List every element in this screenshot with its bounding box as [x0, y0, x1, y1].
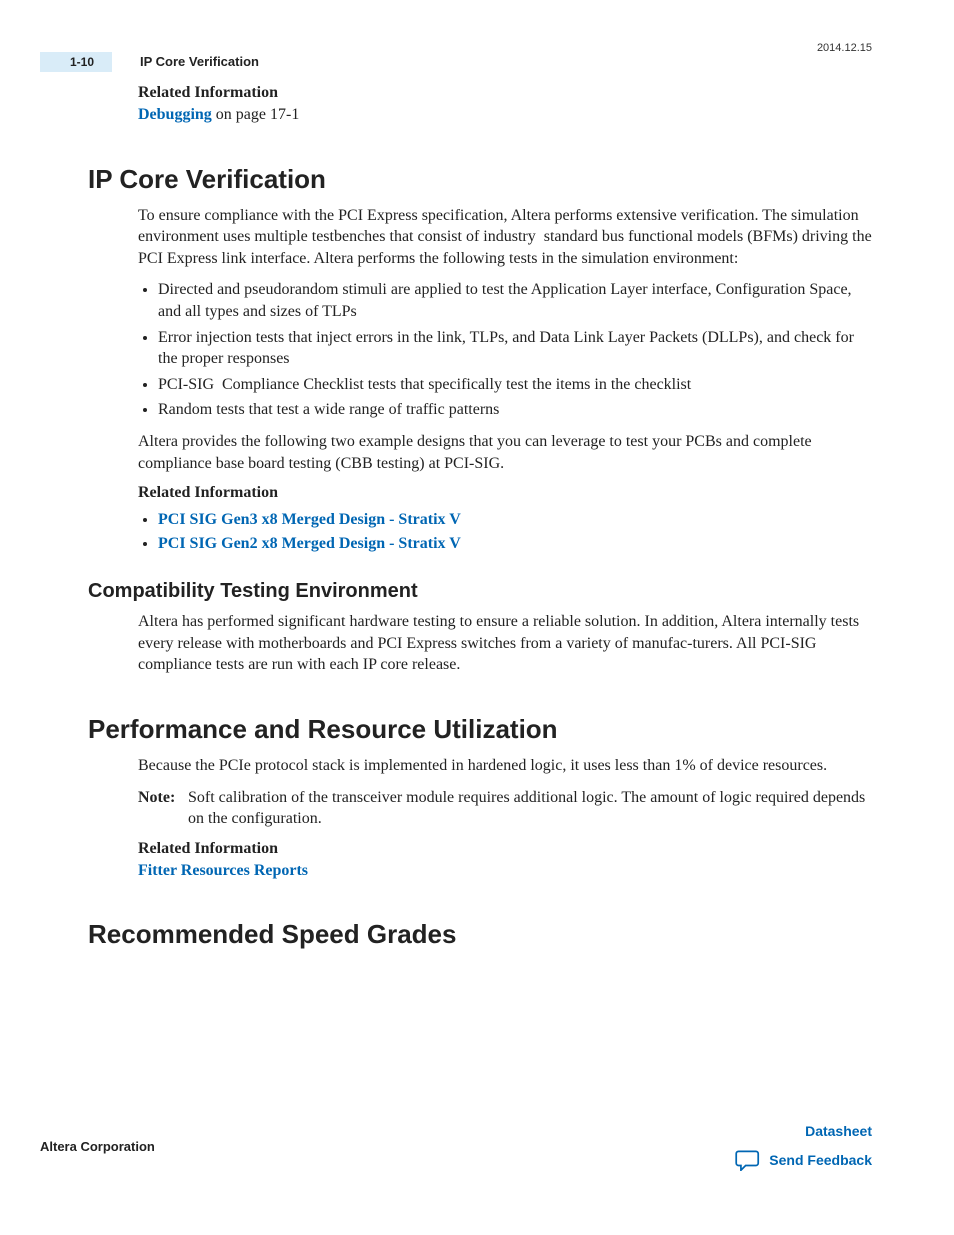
related-information-heading: Related Information — [138, 840, 872, 858]
bullet-list: Directed and pseudorandom stimuli are ap… — [138, 279, 872, 421]
running-header-title: IP Core Verification — [140, 54, 259, 69]
page: 1-10 IP Core Verification 2014.12.15 Rel… — [0, 0, 954, 1235]
note-text: Soft calibration of the transceiver modu… — [188, 787, 872, 830]
body-paragraph: Altera provides the following two exampl… — [138, 431, 872, 474]
send-feedback-link[interactable]: Send Feedback — [769, 1152, 872, 1168]
note-block: Note: Soft calibration of the transceive… — [138, 787, 872, 830]
related-link-list: PCI SIG Gen3 x8 Merged Design - Stratix … — [138, 508, 872, 556]
section-heading-speed-grades: Recommended Speed Grades — [88, 919, 872, 950]
related-information-heading: Related Information — [138, 484, 872, 502]
related-link-line: Fitter Resources Reports — [138, 860, 872, 882]
pci-sig-gen3-link[interactable]: PCI SIG Gen3 x8 Merged Design - Stratix … — [158, 511, 461, 528]
feedback-icon — [735, 1149, 761, 1171]
list-item: PCI-SIG Compliance Checklist tests that … — [158, 374, 872, 396]
header-date: 2014.12.15 — [817, 42, 872, 54]
related-information-heading: Related Information — [138, 84, 872, 102]
note-label: Note: — [138, 787, 188, 830]
datasheet-link[interactable]: Datasheet — [735, 1123, 872, 1139]
page-header: 1-10 IP Core Verification 2014.12.15 — [0, 40, 954, 70]
send-feedback-row[interactable]: Send Feedback — [735, 1149, 872, 1171]
list-item: Directed and pseudorandom stimuli are ap… — [158, 279, 872, 322]
list-item: Random tests that test a wide range of t… — [158, 399, 872, 421]
debugging-link[interactable]: Debugging — [138, 106, 212, 123]
section-heading-performance: Performance and Resource Utilization — [88, 714, 872, 745]
page-number-tab: 1-10 — [40, 52, 112, 72]
pci-sig-gen2-link[interactable]: PCI SIG Gen2 x8 Merged Design - Stratix … — [158, 535, 461, 552]
subsection-heading-compatibility-testing: Compatibility Testing Environment — [88, 580, 872, 603]
body-paragraph: To ensure compliance with the PCI Expres… — [138, 205, 872, 270]
list-item: Error injection tests that inject errors… — [158, 327, 872, 370]
page-content: Related Information Debugging on page 17… — [88, 84, 872, 960]
footer-right-block: Datasheet Send Feedback — [735, 1123, 872, 1171]
body-paragraph: Altera has performed significant hardwar… — [138, 611, 872, 676]
footer-company: Altera Corporation — [40, 1139, 155, 1154]
related-link-line: Debugging on page 17-1 — [138, 104, 872, 126]
section-heading-ip-core-verification: IP Core Verification — [88, 164, 872, 195]
list-item: PCI SIG Gen2 x8 Merged Design - Stratix … — [158, 532, 872, 556]
fitter-resources-link[interactable]: Fitter Resources Reports — [138, 862, 308, 879]
body-paragraph: Because the PCIe protocol stack is imple… — [138, 755, 872, 777]
link-suffix-text: on page 17-1 — [212, 106, 300, 123]
list-item: PCI SIG Gen3 x8 Merged Design - Stratix … — [158, 508, 872, 532]
page-footer: Altera Corporation Datasheet Send Feedba… — [40, 1123, 872, 1183]
